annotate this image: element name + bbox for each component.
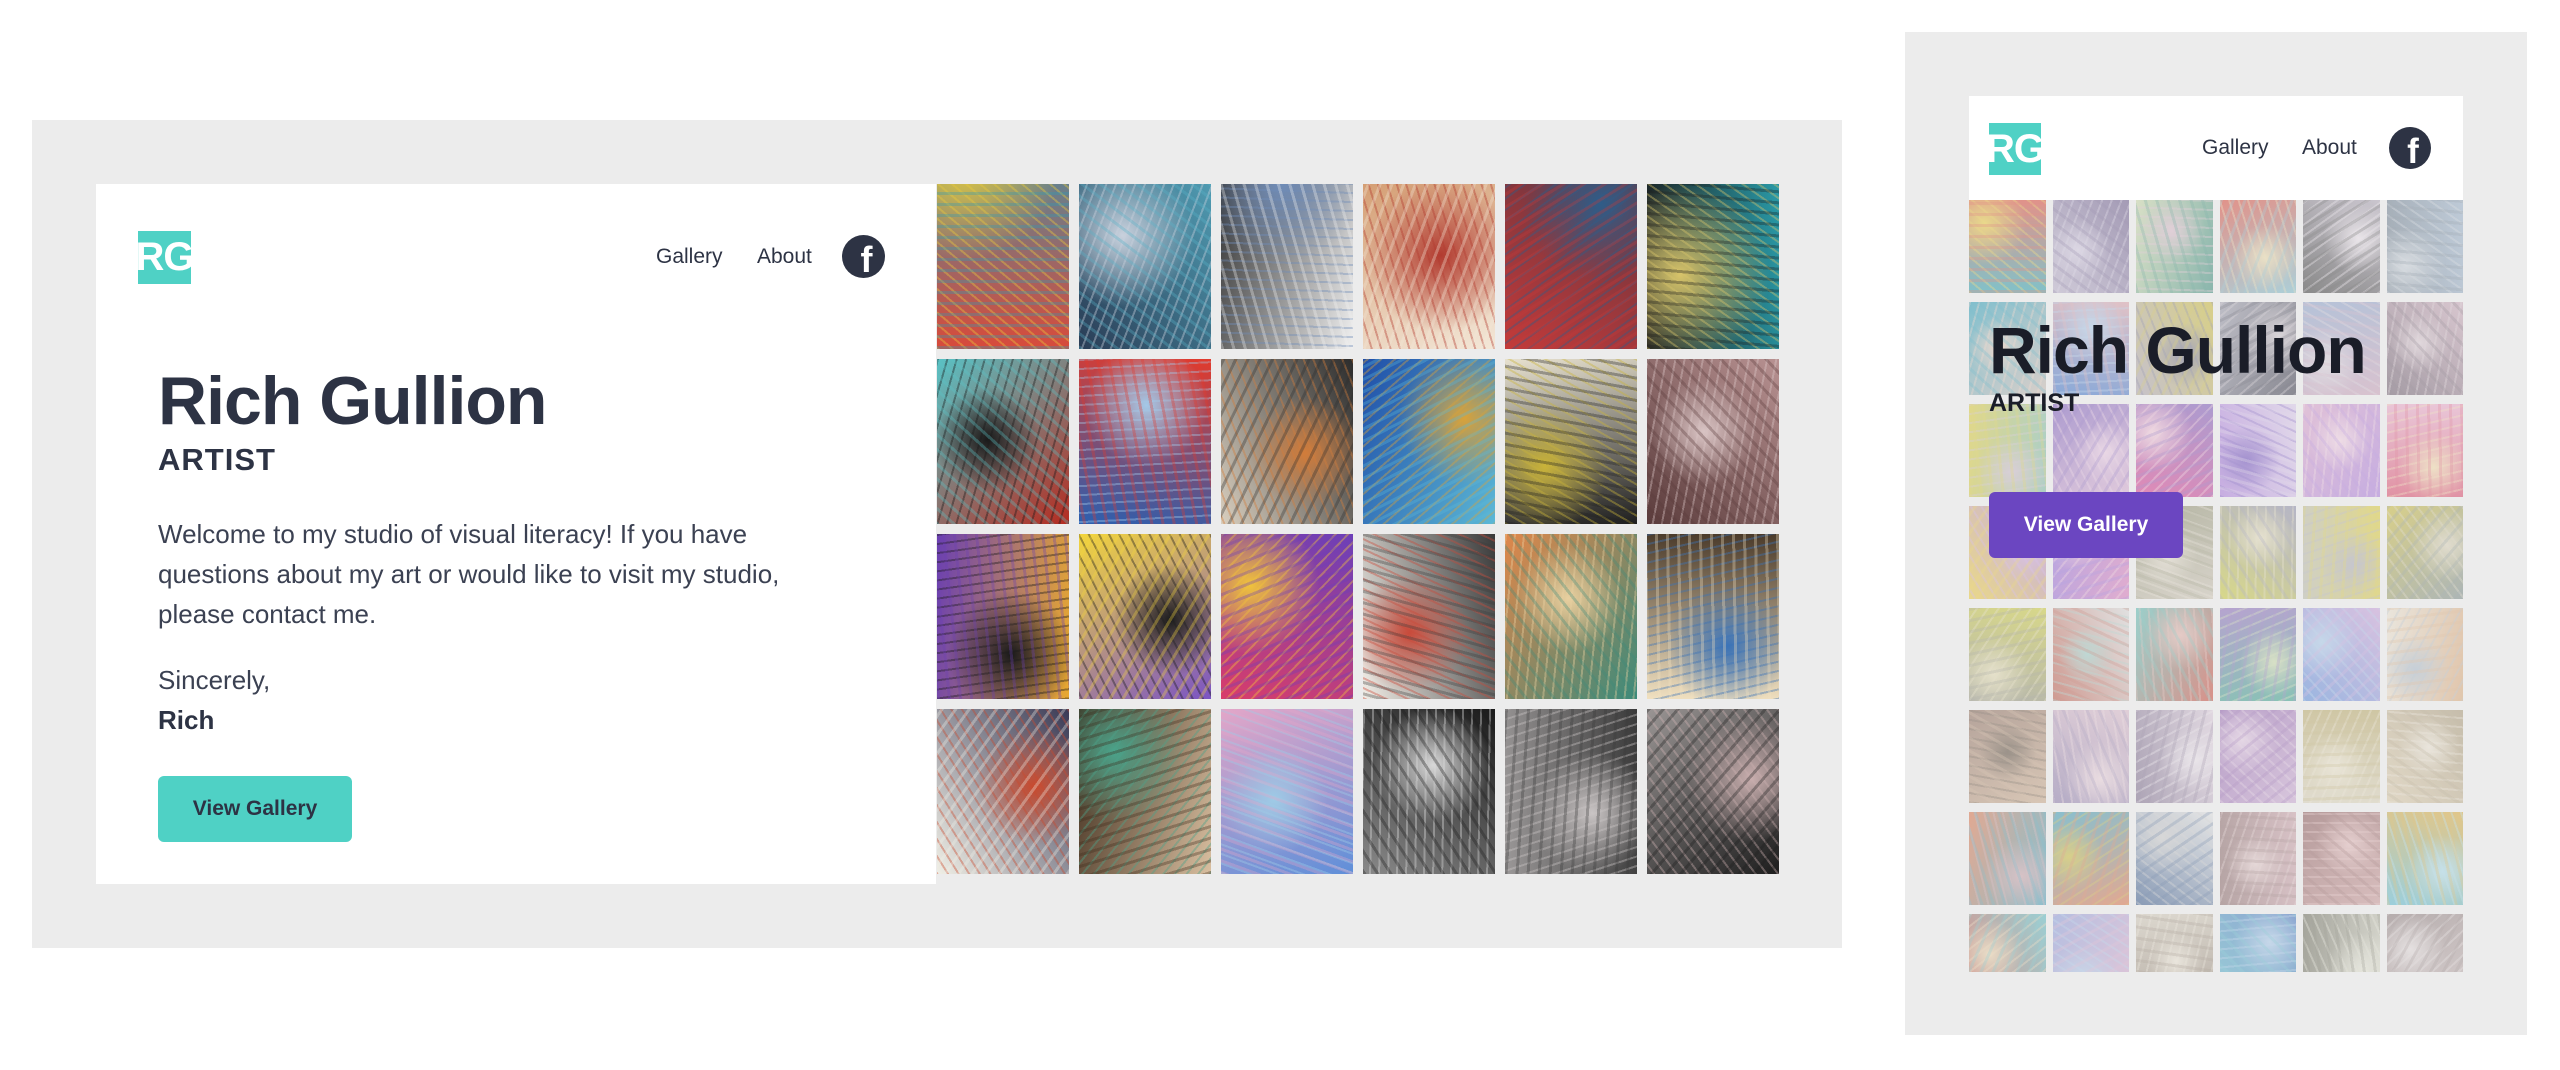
mobile-artwork-thumbnail[interactable] — [2386, 200, 2463, 293]
desktop-artwork-thumbnail[interactable] — [1079, 359, 1211, 524]
facebook-icon[interactable]: f — [842, 235, 885, 278]
rg-logo[interactable]: RG — [1986, 123, 2045, 175]
view-gallery-button[interactable]: View Gallery — [1989, 492, 2183, 558]
desktop-artwork-thumbnail[interactable] — [1505, 709, 1637, 874]
nav-gallery-link[interactable]: Gallery — [656, 245, 723, 269]
mobile-artwork-thumbnail[interactable] — [2386, 914, 2463, 972]
nav-about-link[interactable]: About — [2302, 136, 2357, 160]
desktop-artwork-thumbnail[interactable] — [937, 709, 1069, 874]
desktop-artwork-thumbnail[interactable] — [1221, 359, 1353, 524]
rg-logo[interactable]: RG — [136, 231, 195, 284]
sincerely-text: Sincerely, — [158, 665, 271, 695]
mobile-artwork-thumbnail[interactable] — [2136, 914, 2213, 972]
mobile-artwork-thumbnail[interactable] — [1969, 914, 2046, 972]
artwork-grid — [937, 184, 1779, 884]
desktop-artwork-thumbnail[interactable] — [1221, 184, 1353, 349]
desktop-artwork-thumbnail[interactable] — [1079, 184, 1211, 349]
mobile-artwork-thumbnail[interactable] — [2136, 404, 2213, 497]
mobile-artwork-thumbnail[interactable] — [1969, 710, 2046, 803]
artist-role: ARTIST — [1989, 389, 2080, 417]
desktop-artwork-thumbnail[interactable] — [1505, 534, 1637, 699]
desktop-artwork-thumbnail[interactable] — [937, 359, 1069, 524]
mobile-artwork-thumbnail[interactable] — [2136, 200, 2213, 293]
mobile-artwork-thumbnail[interactable] — [2303, 608, 2380, 701]
mobile-artwork-thumbnail[interactable] — [2303, 404, 2380, 497]
desktop-artwork-thumbnail[interactable] — [1363, 709, 1495, 874]
mobile-artwork-thumbnail[interactable] — [2219, 404, 2296, 497]
mobile-artwork-thumbnail[interactable] — [2052, 200, 2129, 293]
mobile-header: RG Gallery About f — [1969, 96, 2463, 200]
desktop-artwork-thumbnail[interactable] — [1221, 709, 1353, 874]
mobile-artwork-thumbnail[interactable] — [1969, 200, 2046, 293]
mobile-artwork-thumbnail[interactable] — [2303, 200, 2380, 293]
desktop-artwork-thumbnail[interactable] — [1079, 534, 1211, 699]
mobile-artwork-thumbnail[interactable] — [2303, 812, 2380, 905]
mobile-artwork-thumbnail[interactable] — [2052, 608, 2129, 701]
desktop-artwork-thumbnail[interactable] — [1363, 534, 1495, 699]
signature-text: Rich — [158, 705, 215, 735]
mobile-artwork-thumbnail[interactable] — [2219, 914, 2296, 972]
mobile-artwork-thumbnail[interactable] — [1969, 608, 2046, 701]
desktop-artwork-thumbnail[interactable] — [1079, 709, 1211, 874]
mobile-artwork-thumbnail[interactable] — [2386, 608, 2463, 701]
mobile-artwork-thumbnail[interactable] — [2386, 812, 2463, 905]
nav-gallery-link[interactable]: Gallery — [2202, 136, 2269, 160]
facebook-icon[interactable]: f — [2389, 127, 2431, 169]
hero-panel: RG Gallery About f Rich Gullion ARTIST W… — [96, 184, 936, 884]
mobile-artwork-thumbnail[interactable] — [2052, 812, 2129, 905]
mobile-artwork-thumbnail[interactable] — [2052, 710, 2129, 803]
mobile-artwork-thumbnail[interactable] — [2219, 506, 2296, 599]
welcome-text: Welcome to my studio of visual literacy!… — [158, 519, 780, 629]
mobile-preview-frame: RG Gallery About f Rich Gullion ARTIST V… — [1905, 32, 2527, 1035]
desktop-artwork-thumbnail[interactable] — [1647, 709, 1779, 874]
desktop-artwork-thumbnail[interactable] — [1647, 534, 1779, 699]
mobile-artwork-thumbnail[interactable] — [2386, 506, 2463, 599]
mobile-artwork-thumbnail[interactable] — [2136, 608, 2213, 701]
desktop-artwork-thumbnail[interactable] — [1505, 359, 1637, 524]
mobile-artwork-thumbnail[interactable] — [2303, 914, 2380, 972]
desktop-artwork-thumbnail[interactable] — [1647, 184, 1779, 349]
mobile-artwork-thumbnail[interactable] — [2052, 914, 2129, 972]
mobile-artwork-thumbnail[interactable] — [2219, 200, 2296, 293]
desktop-artwork-thumbnail[interactable] — [937, 534, 1069, 699]
mobile-artwork-thumbnail[interactable] — [2386, 404, 2463, 497]
mobile-artwork-thumbnail[interactable] — [2219, 812, 2296, 905]
desktop-artwork-thumbnail[interactable] — [1647, 359, 1779, 524]
mobile-artwork-thumbnail[interactable] — [2386, 302, 2463, 395]
desktop-artwork-thumbnail[interactable] — [1363, 184, 1495, 349]
desktop-artwork-thumbnail[interactable] — [1363, 359, 1495, 524]
mobile-artwork-thumbnail[interactable] — [2386, 710, 2463, 803]
mobile-page: RG Gallery About f Rich Gullion ARTIST V… — [1969, 96, 2463, 972]
view-gallery-button[interactable]: View Gallery — [158, 776, 352, 842]
mobile-artwork-thumbnail[interactable] — [1969, 812, 2046, 905]
artist-role: ARTIST — [158, 442, 276, 477]
desktop-preview-frame: RG Gallery About f Rich Gullion ARTIST W… — [32, 120, 1842, 948]
mobile-artwork-thumbnail[interactable] — [2136, 812, 2213, 905]
mobile-artwork-thumbnail[interactable] — [2136, 710, 2213, 803]
desktop-artwork-thumbnail[interactable] — [1505, 184, 1637, 349]
artist-name: Rich Gullion — [1989, 313, 2367, 387]
nav-about-link[interactable]: About — [757, 245, 812, 269]
desktop-artwork-thumbnail[interactable] — [1221, 534, 1353, 699]
mobile-artwork-thumbnail[interactable] — [2303, 710, 2380, 803]
artist-name: Rich Gullion — [158, 363, 547, 439]
mobile-artwork-thumbnail[interactable] — [2219, 608, 2296, 701]
mobile-artwork-thumbnail[interactable] — [2303, 506, 2380, 599]
desktop-artwork-thumbnail[interactable] — [937, 184, 1069, 349]
mobile-artwork-thumbnail[interactable] — [2219, 710, 2296, 803]
